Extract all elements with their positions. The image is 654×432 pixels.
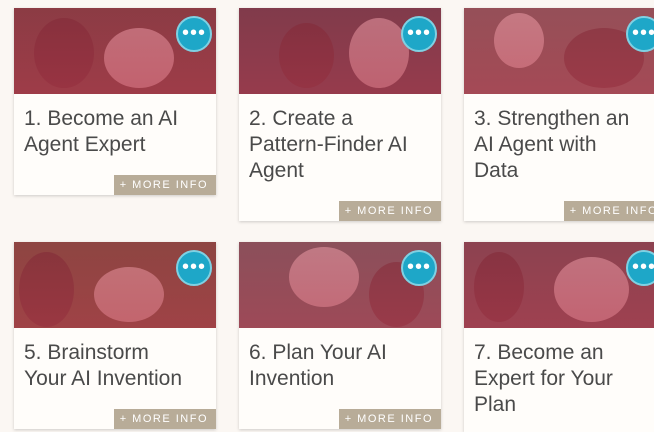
more-options-icon[interactable]: ••• bbox=[401, 250, 437, 286]
card-photo: ••• bbox=[464, 8, 654, 94]
more-options-icon[interactable]: ••• bbox=[626, 250, 654, 286]
activity-card-3[interactable]: ••• 3. Strengthen an AI Agent with Data … bbox=[464, 8, 654, 221]
activity-card-6[interactable]: ••• 6. Plan Your AI Invention + MORE INF… bbox=[239, 242, 441, 429]
card-title: 6. Plan Your AI Invention bbox=[249, 341, 387, 390]
card-photo: ••• bbox=[14, 8, 216, 94]
card-title: 3. Strengthen an AI Agent with Data bbox=[474, 107, 630, 182]
activity-card-1[interactable]: ••• 1. Become an AI Agent Expert + MORE … bbox=[14, 8, 216, 195]
more-options-icon[interactable]: ••• bbox=[626, 16, 654, 52]
more-info-button[interactable]: + MORE INFO bbox=[338, 201, 441, 221]
card-photo: ••• bbox=[239, 242, 441, 328]
more-info-button[interactable]: + MORE INFO bbox=[563, 201, 654, 221]
card-title: 5. Brainstorm Your AI Invention bbox=[24, 341, 183, 390]
card-title: 7. Become an Expert for Your Plan bbox=[474, 341, 613, 416]
card-photo: ••• bbox=[14, 242, 216, 328]
card-title: 2. Create a Pattern-Finder AI Agent bbox=[249, 107, 408, 182]
more-options-icon[interactable]: ••• bbox=[176, 16, 212, 52]
activity-card-2[interactable]: ••• 2. Create a Pattern-Finder AI Agent … bbox=[239, 8, 441, 221]
more-options-icon[interactable]: ••• bbox=[176, 250, 212, 286]
more-info-button[interactable]: + MORE INFO bbox=[338, 409, 441, 429]
card-title: 1. Become an AI Agent Expert bbox=[24, 107, 179, 156]
more-options-icon[interactable]: ••• bbox=[401, 16, 437, 52]
more-info-button[interactable]: + MORE INFO bbox=[113, 175, 216, 195]
activity-card-5[interactable]: ••• 5. Brainstorm Your AI Invention + MO… bbox=[14, 242, 216, 429]
more-info-button[interactable]: + MORE INFO bbox=[113, 409, 216, 429]
card-photo: ••• bbox=[464, 242, 654, 328]
card-photo: ••• bbox=[239, 8, 441, 94]
activity-card-7[interactable]: ••• 7. Become an Expert for Your Plan bbox=[464, 242, 654, 432]
